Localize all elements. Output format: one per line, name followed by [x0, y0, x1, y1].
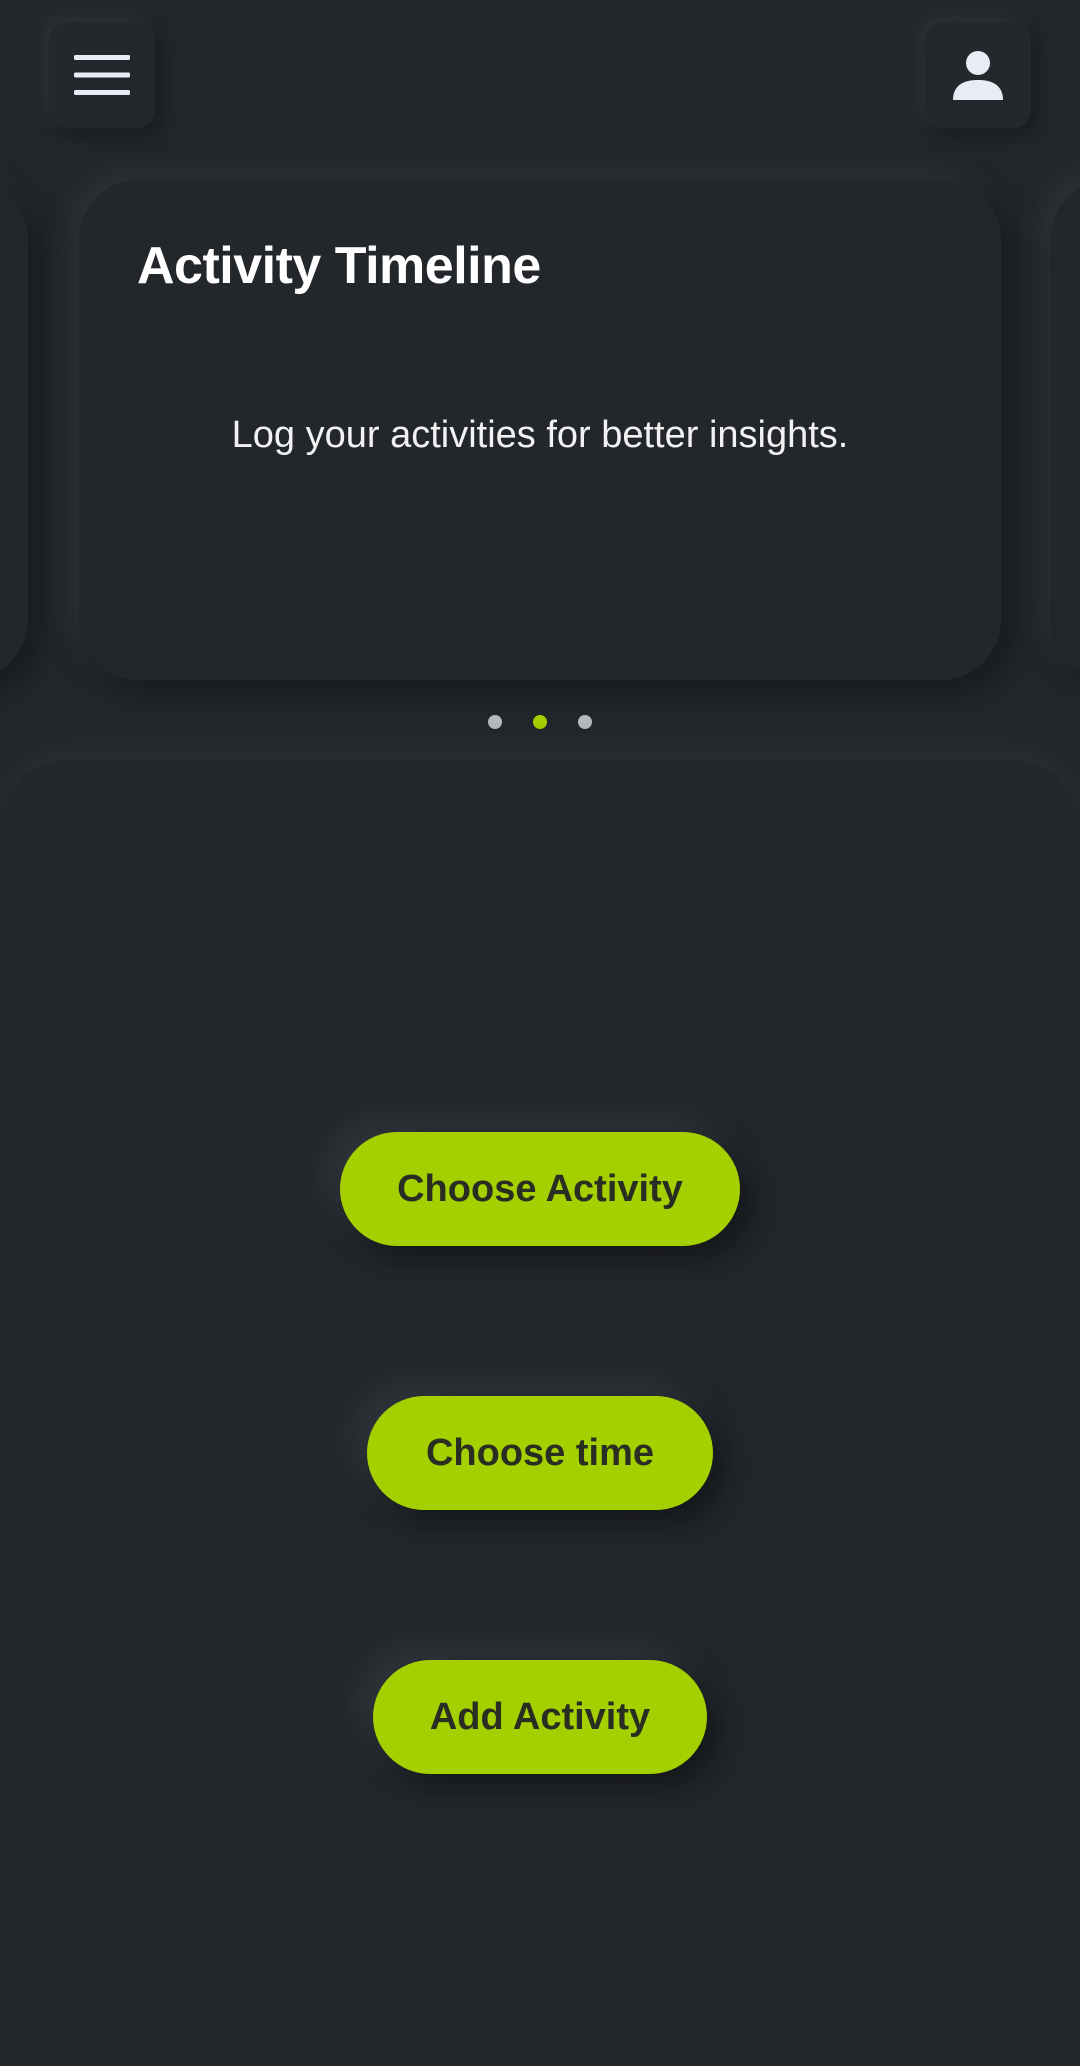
card-description: Log your activities for better insights.	[231, 414, 849, 456]
card-title: Activity Timeline	[137, 237, 541, 295]
page-indicator-dot-active[interactable]	[533, 715, 547, 729]
menu-button[interactable]	[49, 22, 155, 128]
hamburger-menu-icon	[74, 55, 130, 95]
choose-time-button[interactable]: Choose time	[367, 1396, 713, 1510]
app-screen: Activity Timeline Log your activities fo…	[0, 0, 1080, 2066]
carousel-card-previous[interactable]	[0, 180, 28, 680]
page-indicator-dot[interactable]	[488, 715, 502, 729]
profile-button[interactable]	[925, 22, 1031, 128]
page-indicator-dot[interactable]	[578, 715, 592, 729]
add-activity-button[interactable]: Add Activity	[373, 1660, 707, 1774]
carousel-pagination	[0, 715, 1080, 729]
activity-timeline-card[interactable]: Activity Timeline Log your activities fo…	[79, 180, 1001, 680]
person-icon	[953, 51, 1003, 100]
choose-activity-button[interactable]: Choose Activity	[340, 1132, 740, 1246]
carousel-card-next[interactable]	[1050, 180, 1080, 680]
